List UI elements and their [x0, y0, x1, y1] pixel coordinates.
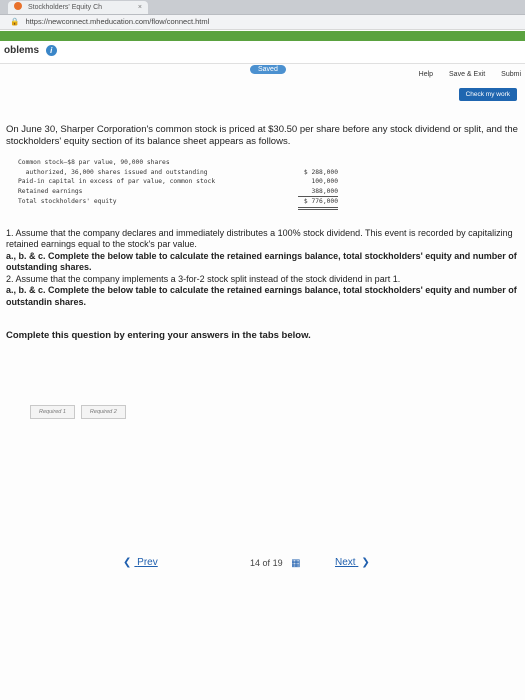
- question-1: 1. Assume that the company declares and …: [6, 227, 513, 250]
- complete-instruction: Complete this question by entering your …: [6, 330, 311, 341]
- statement-row: authorized, 36,000 shares issued and out…: [18, 168, 338, 178]
- problem-content: On June 30, Sharper Corporation's common…: [6, 124, 518, 341]
- chevron-right-icon: ❯: [361, 557, 370, 568]
- lock-icon: 🔒: [10, 17, 20, 26]
- mcgraw-hill-favicon-icon: [14, 2, 22, 10]
- check-my-work-button[interactable]: Check my work: [458, 88, 517, 101]
- statement-amount: 388,000: [298, 187, 338, 197]
- answer-tabs: Required 1 Required 2: [30, 405, 132, 419]
- question-2-parts: a., b. & c. Complete the below table to …: [6, 285, 517, 307]
- statement-row: Common stock—$8 par value, 90,000 shares: [18, 158, 338, 168]
- statement-label: Common stock—$8 par value, 90,000 shares: [18, 159, 170, 166]
- problem-intro: On June 30, Sharper Corporation's common…: [6, 124, 518, 147]
- chevron-left-icon: ❮: [123, 557, 132, 568]
- question-text: 1. Assume that the company declares and …: [6, 228, 518, 309]
- page-of: of: [262, 558, 271, 568]
- statement-label: Paid-in capital in excess of par value, …: [18, 178, 216, 185]
- save-exit-link[interactable]: Save & Exit: [449, 71, 485, 78]
- statement-total: $ 776,000: [298, 197, 338, 210]
- statement-amount: $ 288,000: [303, 168, 338, 176]
- tab-close-icon[interactable]: ×: [138, 1, 142, 14]
- top-links: Help Save & Exit Submi: [405, 71, 521, 78]
- question-navigation: ❮ Prev 14 of 19 ▦ Next ❯: [0, 555, 525, 579]
- address-bar[interactable]: 🔒 https://newconnect.mheducation.com/flo…: [0, 15, 525, 30]
- prev-button[interactable]: ❮ Prev: [120, 557, 158, 568]
- submit-link[interactable]: Submi: [501, 71, 521, 78]
- equity-statement: Common stock—$8 par value, 90,000 shares…: [18, 158, 338, 210]
- prev-label: Prev: [137, 557, 158, 568]
- accent-bar: [0, 31, 525, 41]
- statement-label: Retained earnings: [18, 187, 83, 195]
- statement-amount: [298, 158, 338, 168]
- info-icon[interactable]: i: [45, 45, 57, 56]
- assignment-header: oblems i: [0, 41, 525, 64]
- question-1-parts: a., b. & c. Complete the below table to …: [6, 250, 517, 273]
- tab-required-1[interactable]: Required 1: [30, 405, 75, 419]
- help-link[interactable]: Help: [419, 71, 433, 78]
- statement-row: Retained earnings 388,000: [18, 187, 338, 197]
- saved-indicator: Saved: [250, 65, 286, 74]
- question-grid-icon[interactable]: ▦: [291, 558, 300, 569]
- statement-amount: 100,000: [311, 178, 338, 185]
- statement-label: Total stockholders' equity: [18, 198, 117, 205]
- assignment-title: oblems: [4, 45, 40, 56]
- page-total: 19: [272, 558, 283, 568]
- question-2: 2. Assume that the company implements a …: [6, 273, 401, 284]
- statement-row: Total stockholders' equity $ 776,000: [18, 197, 338, 210]
- browser-tab-bar: Stockholders' Equity Ch ×: [0, 0, 525, 15]
- next-button[interactable]: Next ❯: [335, 557, 373, 568]
- statement-row: Paid-in capital in excess of par value, …: [18, 177, 338, 187]
- next-label: Next: [335, 557, 356, 568]
- url-text: https://newconnect.mheducation.com/flow/…: [25, 17, 210, 26]
- page-indicator: 14 of 19 ▦: [250, 558, 301, 569]
- tab-required-2[interactable]: Required 2: [80, 405, 126, 419]
- page-current: 14: [250, 558, 261, 568]
- statement-label: authorized, 36,000 shares issued and out…: [18, 168, 208, 176]
- browser-tab[interactable]: Stockholders' Equity Ch ×: [8, 1, 148, 14]
- browser-tab-title: Stockholders' Equity Ch: [27, 4, 103, 11]
